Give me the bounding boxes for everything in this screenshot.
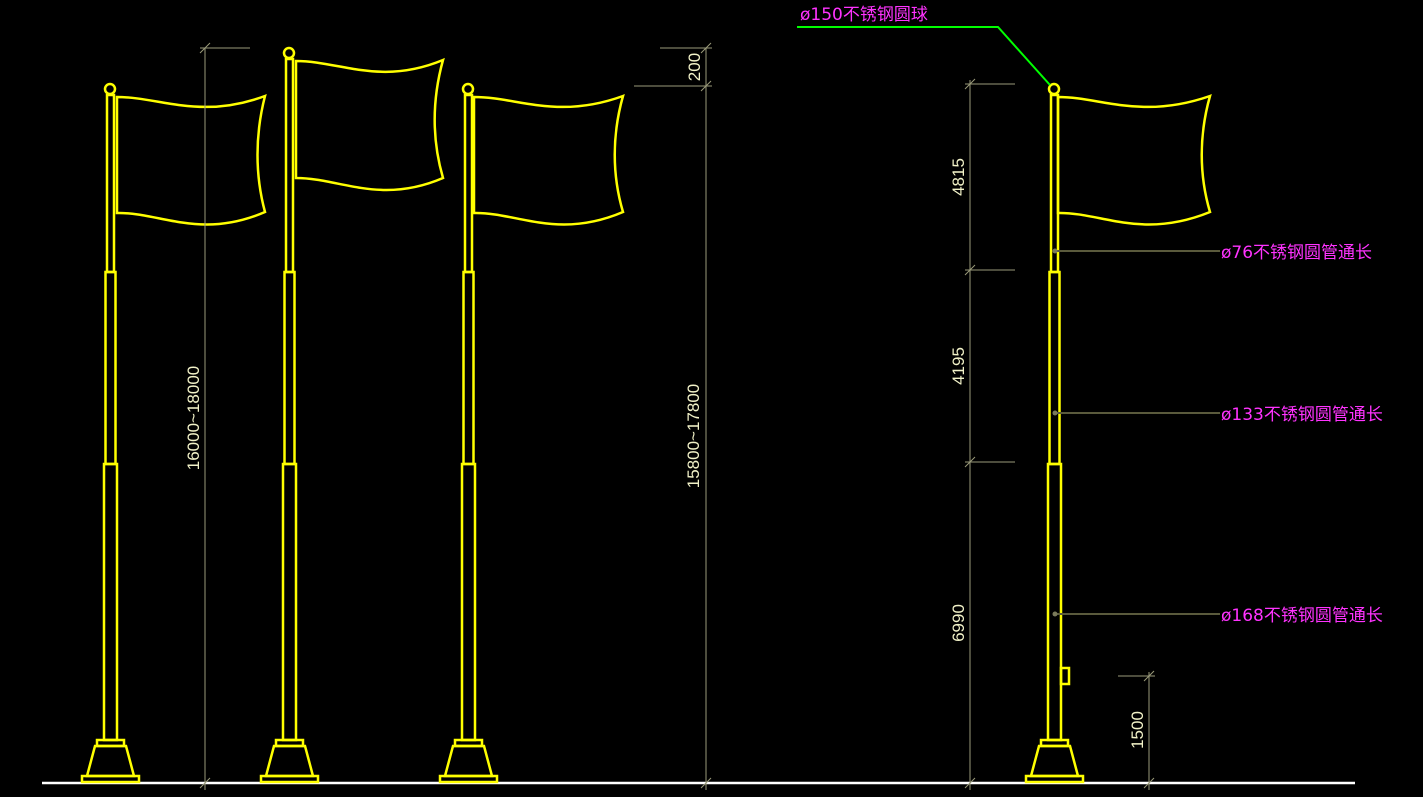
callout-tube-bottom-label: ø168不锈钢圆管通长 [1221,606,1383,626]
pole-4-bottom-section [1046,462,1063,742]
dimension-winch-height: 1500 [1118,670,1155,790]
pole-base-icon [438,738,499,784]
pole-2-top-ball [282,46,296,60]
flagpole-4-detail [1024,82,1212,784]
flag-1 [115,94,267,226]
pole-1-top-section [105,93,116,274]
pole-2-bottom-section [281,462,298,742]
callout-tube-top: ø76不锈钢圆管通长 [1052,243,1372,263]
pole-2-top-section [284,57,295,274]
flagpole-1 [80,82,267,784]
dimension-overall-height-label: 16000~18000 [184,366,203,470]
pole-3-middle-section [462,270,475,466]
pole-1-middle-section [104,270,117,466]
pole-1-top-ball [103,82,117,96]
dimension-winch-height-label: 1500 [1128,711,1147,749]
pole-base-icon [1024,738,1085,784]
pole-3-top-ball [461,82,475,96]
callout-tube-middle: ø133不锈钢圆管通长 [1052,405,1383,425]
flagpole-3 [438,82,625,784]
pole-3-bottom-section [460,462,477,742]
dimension-section-chain: 4815 4195 6990 [949,78,1015,790]
pole-2-middle-section [283,270,296,466]
dimension-bottom-section-label: 6990 [949,604,968,642]
pole-3-top-section [463,93,474,274]
callout-tube-top-label: ø76不锈钢圆管通长 [1221,243,1372,263]
callout-ball: ø150不锈钢圆球 [797,5,1051,86]
pole-4-top-ball [1047,82,1061,96]
callout-ball-label: ø150不锈钢圆球 [800,5,928,25]
dimension-top-section-label: 4815 [949,158,968,196]
winch-box [1059,666,1071,686]
pole-base-icon [259,738,320,784]
dimension-pole-height-label: 15800~17800 [684,384,703,488]
callout-tube-bottom: ø168不锈钢圆管通长 [1052,606,1383,626]
pole-1-bottom-section [102,462,119,742]
flag-2 [294,57,445,192]
pole-4-middle-section [1048,270,1061,466]
flag-4 [1056,94,1212,226]
flagpole-2 [259,46,445,784]
dimension-middle-section-label: 4195 [949,347,968,385]
dimension-overall-height: 16000~18000 [184,42,250,790]
flag-3 [472,93,625,226]
callout-tube-middle-label: ø133不锈钢圆管通长 [1221,405,1383,425]
dimension-offset-label: 200 [685,53,704,81]
pole-base-icon [80,738,141,784]
dimension-pole-height: 200 15800~17800 [634,42,712,790]
flagpole-elevation-drawing: 16000~18000 200 15800~17800 4815 4195 69… [42,5,1383,790]
